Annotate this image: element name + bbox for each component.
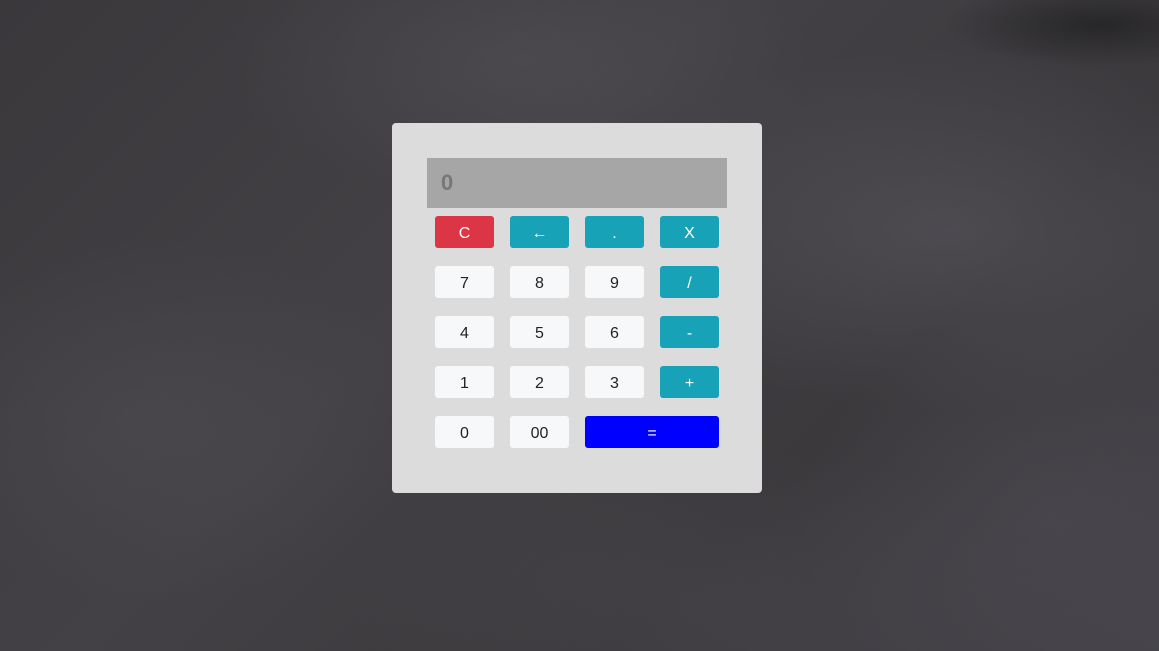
digit-6-button[interactable]: 6 <box>585 316 644 348</box>
digit-0-button[interactable]: 0 <box>435 416 494 448</box>
divide-button[interactable]: / <box>660 266 719 298</box>
digit-5-button[interactable]: 5 <box>510 316 569 348</box>
multiply-button[interactable]: X <box>660 216 719 248</box>
digit-3-button[interactable]: 3 <box>585 366 644 398</box>
subtract-button[interactable]: - <box>660 316 719 348</box>
digit-9-button[interactable]: 9 <box>585 266 644 298</box>
digit-1-button[interactable]: 1 <box>435 366 494 398</box>
clear-button[interactable]: C <box>435 216 494 248</box>
calculator-display: 0 <box>427 158 727 208</box>
chalkboard-background: { "display": { "value": "0" }, "keys": {… <box>0 0 1159 651</box>
backspace-button[interactable]: ← <box>510 216 569 248</box>
add-button[interactable]: + <box>660 366 719 398</box>
calculator-panel: 0 C ← . X 7 8 9 / 4 5 6 - 1 2 3 + 0 00 = <box>392 123 762 493</box>
equals-button[interactable]: = <box>585 416 719 448</box>
digit-4-button[interactable]: 4 <box>435 316 494 348</box>
digit-2-button[interactable]: 2 <box>510 366 569 398</box>
double-zero-button[interactable]: 00 <box>510 416 569 448</box>
digit-7-button[interactable]: 7 <box>435 266 494 298</box>
digit-8-button[interactable]: 8 <box>510 266 569 298</box>
decimal-button[interactable]: . <box>585 216 644 248</box>
